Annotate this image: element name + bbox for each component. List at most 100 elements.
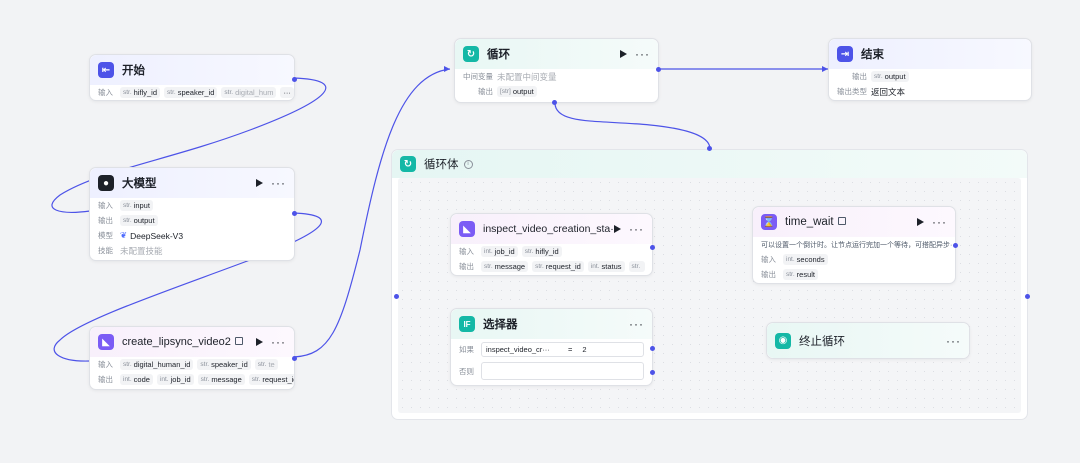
start-icon: ⇤ <box>98 62 114 78</box>
end-icon: ⇥ <box>837 46 853 62</box>
more-options-icon[interactable]: ··· <box>635 48 650 60</box>
lipsync-inputs-row: 输入 str. digital_human_id str. speaker_id s… <box>90 357 294 372</box>
time-wait-icon: ⌛ <box>761 214 777 230</box>
lipsync-node-header: ◣ create_lipsync_video2 ··· <box>90 327 294 357</box>
condition-operator: = <box>568 344 573 354</box>
start-node[interactable]: ⇤ 开始 输入 str. hifly_id str. speaker_id str.… <box>89 54 297 101</box>
param-tag: int. status <box>587 261 625 272</box>
copy-icon <box>234 337 243 345</box>
llm-skill-row: 技能 未配置技能 <box>98 245 163 256</box>
more-options-icon[interactable]: ··· <box>932 216 947 228</box>
param-tag: str. message <box>197 374 245 385</box>
more-params-tag[interactable]: ··· <box>280 87 294 98</box>
selector-title: 选择器 <box>483 319 518 331</box>
start-output-port[interactable] <box>292 77 297 82</box>
loop-body-input-port[interactable] <box>394 294 399 299</box>
if-output-port[interactable] <box>650 346 655 351</box>
stop-loop-icon: ◉ <box>775 332 791 349</box>
selector-else-row: 否则 <box>451 359 652 383</box>
run-node-button[interactable] <box>256 338 263 346</box>
param-tag: str. request_id <box>248 374 294 385</box>
time-wait-node[interactable]: ⌛ time_wait ··· 可以设置一个倒计时。让节点运行完加一个等待，可搭… <box>752 206 958 284</box>
loop-node[interactable]: ↻ 循环 ··· 中间变量 未配置中间变量 输出 [str] output <box>454 38 661 103</box>
time-wait-output-row: 输出 str. result <box>753 267 955 282</box>
condition-left-value: inspect_video_cr··· <box>486 344 550 354</box>
llm-title: 大模型 <box>122 178 157 190</box>
else-field[interactable] <box>481 362 644 380</box>
llm-node[interactable]: ● 大模型 ··· 输入 str. input 输出 str. output 模型 … <box>89 167 297 261</box>
llm-icon: ● <box>98 175 114 191</box>
loop-title: 循环 <box>487 49 510 61</box>
param-tag: str. te <box>254 359 278 370</box>
selector-node-header: IF 选择器 ··· <box>451 309 652 339</box>
plugin-icon: ◣ <box>459 221 475 237</box>
param-tag: int. seconds <box>783 254 828 265</box>
run-node-button[interactable] <box>256 179 263 187</box>
condition-field[interactable]: inspect_video_cr··· = 2 <box>481 341 644 357</box>
condition-right-value: 2 <box>582 344 587 354</box>
inspect-title: inspect_video_creation_sta··· <box>483 223 614 235</box>
loop-body-icon: ↻ <box>400 156 416 172</box>
param-tag: [str] output <box>497 86 537 97</box>
time-wait-node-header: ⌛ time_wait ··· <box>753 207 955 237</box>
workflow-canvas[interactable]: ⇤ 开始 输入 str. hifly_id str. speaker_id str.… <box>0 0 1080 463</box>
loop-body-title: 循环体 <box>424 159 459 171</box>
loop-body-output-port[interactable] <box>1025 294 1030 299</box>
end-node[interactable]: ⇥ 结束 输出 str. output 输出类型 返回文本 <box>828 38 1032 101</box>
stop-loop-node[interactable]: ◉ 终止循环 ··· <box>766 322 970 359</box>
more-options-icon[interactable]: ··· <box>629 223 644 235</box>
time-wait-output-port[interactable] <box>953 243 958 248</box>
more-options-icon[interactable]: ··· <box>629 318 644 330</box>
deepseek-icon: ❦ <box>120 230 128 240</box>
llm-input-row: 输入 str. input <box>90 198 294 213</box>
time-wait-input-row: 输入 int. seconds <box>753 252 955 267</box>
param-tag: str. result <box>783 269 819 280</box>
copy-icon <box>837 217 846 225</box>
end-node-header: ⇥ 结束 <box>829 39 1031 69</box>
param-tag: str. output <box>871 71 909 82</box>
if-icon: IF <box>459 316 475 332</box>
inspect-output-port[interactable] <box>650 245 655 250</box>
loop-output-port[interactable] <box>656 67 661 72</box>
end-output-type-row: 输出类型 返回文本 <box>837 86 906 97</box>
input-label: 输入 <box>98 88 113 97</box>
time-wait-title: time_wait <box>785 216 846 228</box>
end-output-row: 输出 str. output <box>829 69 1031 84</box>
param-tag: str. digital_human_id <box>120 359 194 370</box>
llm-output-row: 输出 str. output <box>90 213 294 228</box>
loop-body-top-port[interactable] <box>707 146 712 151</box>
start-title: 开始 <box>122 65 145 77</box>
else-output-port[interactable] <box>650 370 655 375</box>
loop-body-link-port[interactable] <box>552 100 557 105</box>
selector-if-row: 如果 inspect_video_cr··· = 2 <box>451 339 652 359</box>
run-node-button[interactable] <box>917 218 924 226</box>
time-wait-description: 可以设置一个倒计时。让节点运行完加一个等待，可搭配异步··· <box>761 241 955 249</box>
inspect-node-header: ◣ inspect_video_creation_sta··· ··· <box>451 214 652 244</box>
end-output-type-value: 返回文本 <box>871 86 906 97</box>
param-tag: str. input <box>120 200 153 211</box>
lipsync-node[interactable]: ◣ create_lipsync_video2 ··· 输入 str. digit… <box>89 326 297 390</box>
param-tag: str. message <box>481 261 529 272</box>
param-tag: str. request_id <box>532 261 584 272</box>
more-options-icon[interactable]: ··· <box>271 336 286 348</box>
inspect-node[interactable]: ◣ inspect_video_creation_sta··· ··· 输入 i… <box>450 213 655 276</box>
param-tag: int. code <box>120 374 153 385</box>
info-icon[interactable]: i <box>463 159 473 169</box>
plugin-icon: ◣ <box>98 334 114 350</box>
loop-body-header: ↻ 循环体 i <box>392 150 1027 178</box>
run-node-button[interactable] <box>620 50 627 58</box>
more-options-icon[interactable]: ··· <box>271 177 286 189</box>
more-options-icon[interactable]: ··· <box>946 335 961 347</box>
param-tag: str. speaker_id <box>164 87 218 98</box>
loop-icon: ↻ <box>463 46 479 62</box>
loop-output-row: 输出 [str] output <box>455 84 658 99</box>
llm-output-port[interactable] <box>292 211 297 216</box>
param-tag: str. hifly_id <box>120 87 161 98</box>
param-tag: str. digital_hum <box>221 87 277 98</box>
run-node-button[interactable] <box>614 225 621 233</box>
inspect-inputs-row: 输入 int. job_id str. hifly_id <box>451 244 652 259</box>
lipsync-output-port[interactable] <box>292 356 297 361</box>
param-tag: str. hifly_id <box>521 246 562 257</box>
selector-node[interactable]: IF 选择器 ··· 如果 inspect_video_cr··· = 2 否则 <box>450 308 655 386</box>
start-inputs-row: 输入 str. hifly_id str. speaker_id str. digit… <box>90 85 294 100</box>
